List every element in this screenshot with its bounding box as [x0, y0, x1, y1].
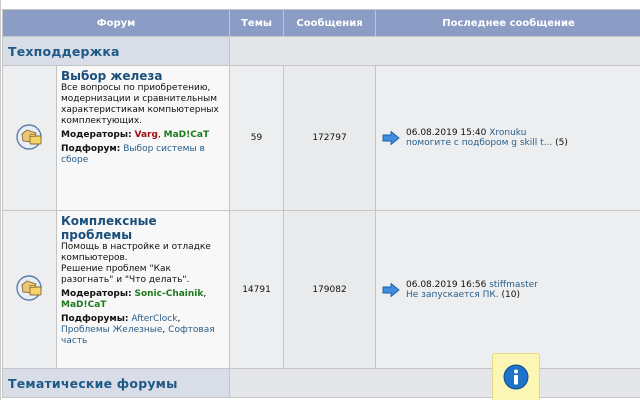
forum-icon-cell: [2, 210, 57, 369]
forum-title-link[interactable]: Выбор железа: [61, 69, 225, 83]
last-post-cell: 06.08.2019 16:56 stiffmaster Не запускае…: [375, 210, 640, 369]
moderator-link[interactable]: MaD!CaT: [61, 300, 106, 310]
header-topics: Темы: [229, 9, 285, 37]
last-post-meta: 06.08.2019 15:40 Xronuku: [406, 128, 568, 138]
header-posts: Сообщения: [283, 9, 377, 37]
subforums-label: Подфорумы:: [61, 314, 129, 324]
subforums-line: Подфорумы: AfterClock, Проблемы Железные…: [61, 314, 215, 346]
forum-folder-icon: [15, 275, 42, 301]
info-button[interactable]: [492, 353, 540, 400]
topics-count: 59: [229, 65, 285, 211]
moderator-link[interactable]: MaD!CaT: [164, 130, 209, 140]
moderators-label: Модераторы:: [61, 130, 132, 140]
last-post-datetime: 06.08.2019 16:56: [406, 279, 487, 290]
go-to-last-post-icon[interactable]: [382, 282, 400, 297]
last-post-topic[interactable]: Не запускается ПК.: [406, 290, 499, 300]
forum-page: Форум Темы Сообщения Последнее сообщение…: [0, 0, 640, 400]
last-post-count: (5): [555, 138, 568, 148]
subforums-line: Подфорум: Выбор системы в сборе: [61, 144, 225, 166]
category-title[interactable]: Тематические форумы: [1, 368, 231, 398]
forum-info: Выбор железа Все вопросы по приобретению…: [55, 65, 231, 211]
posts-count: 172797: [283, 65, 377, 211]
last-post-cell: 06.08.2019 15:40 Xronuku помогите с подб…: [375, 65, 640, 211]
header-last-post: Последнее сообщение: [375, 9, 640, 37]
posts-count: 179082: [283, 210, 377, 369]
category-filler: [229, 36, 640, 66]
subforums-label: Подфорум:: [61, 144, 121, 154]
last-post-topic[interactable]: помогите с подбором g skill t...: [406, 138, 552, 148]
last-post-user[interactable]: Xronuku: [489, 128, 526, 138]
forum-row: Выбор железа Все вопросы по приобретению…: [2, 65, 640, 211]
category-row: Техподдержка: [1, 36, 640, 66]
forum-row: Комплексные проблемы Помощь в настройке …: [2, 210, 640, 369]
table-header-row: Форум Темы Сообщения Последнее сообщение: [1, 9, 640, 37]
subforum-link[interactable]: Проблемы Железные: [61, 325, 162, 335]
forum-table: Форум Темы Сообщения Последнее сообщение…: [1, 9, 640, 398]
forum-description-extra: Решение проблем "Как разогнать" и "Что д…: [61, 264, 190, 285]
forum-info: Комплексные проблемы Помощь в настройке …: [55, 210, 231, 369]
last-post-user[interactable]: stiffmaster: [489, 280, 538, 290]
moderators-line: Модераторы: Sonic-Chainik, MaD!CaT: [61, 289, 207, 310]
go-to-last-post-icon[interactable]: [382, 131, 400, 145]
subforum-link[interactable]: AfterClock: [131, 314, 177, 324]
last-post-topic-line: помогите с подбором g skill t... (5): [406, 138, 568, 148]
moderator-link[interactable]: Varg: [134, 130, 157, 140]
forum-title-link[interactable]: Комплексные проблемы: [61, 214, 225, 242]
moderators-line: Модераторы: Varg, MaD!CaT: [61, 130, 210, 140]
last-post-count: (10): [501, 289, 520, 300]
category-filler: [229, 368, 640, 398]
header-forum: Форум: [1, 9, 231, 37]
category-row: Тематические форумы: [1, 368, 640, 398]
forum-folder-icon: [15, 123, 42, 150]
category-title[interactable]: Техподдержка: [1, 36, 231, 66]
last-post-meta: 06.08.2019 16:56 stiffmaster: [406, 280, 538, 290]
forum-description: Все вопросы по приобретению, модернизаци…: [61, 83, 219, 126]
topics-count: 14791: [229, 210, 285, 369]
moderator-link[interactable]: Sonic-Chainik: [134, 289, 203, 299]
last-post-datetime: 06.08.2019 15:40: [406, 128, 487, 138]
forum-icon-cell: [2, 65, 57, 211]
info-icon: [503, 364, 529, 390]
moderators-label: Модераторы:: [61, 289, 132, 299]
forum-description: Помощь в настройке и отладке компьютеров…: [61, 242, 211, 263]
last-post-topic-line: Не запускается ПК. (10): [406, 290, 538, 300]
